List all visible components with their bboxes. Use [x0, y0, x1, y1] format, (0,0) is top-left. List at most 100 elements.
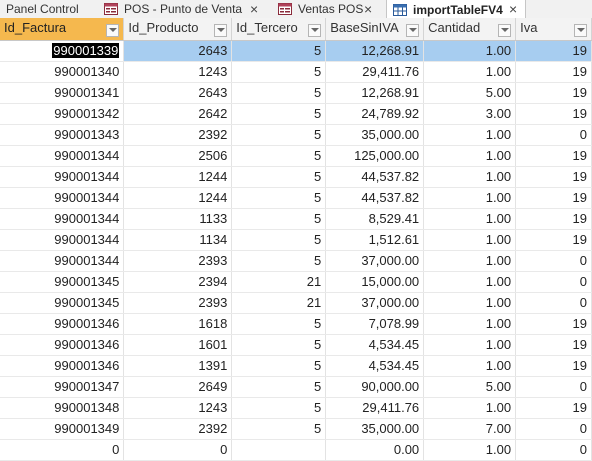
cell-id-producto[interactable]: 2643 [123, 82, 233, 104]
cell-id-producto[interactable]: 1244 [123, 166, 233, 188]
cell-id-tercero[interactable]: 5 [231, 229, 327, 251]
cell-id-tercero[interactable]: 21 [231, 271, 327, 293]
cell-id-producto[interactable]: 2642 [123, 103, 233, 125]
cell-id-producto[interactable]: 2394 [123, 271, 233, 293]
cell-cantidad[interactable]: 1.00 [423, 61, 517, 83]
cell-id-producto[interactable]: 1243 [123, 61, 233, 83]
cell-basesiniva[interactable]: 44,537.82 [325, 187, 425, 209]
cell-iva[interactable]: 19 [515, 229, 592, 251]
table-row[interactable]: 990001344 1244 5 44,537.82 1.00 19 [0, 187, 592, 209]
cell-id-factura[interactable]: 990001344 [0, 145, 125, 167]
column-header-iva[interactable]: Iva [515, 18, 592, 41]
tab-pos-punto-de-venta[interactable]: POS - Punto de Venta × [98, 0, 270, 18]
cell-cantidad[interactable]: 5.00 [423, 82, 517, 104]
cell-basesiniva[interactable]: 1,512.61 [325, 229, 425, 251]
cell-id-factura[interactable]: 990001348 [0, 397, 125, 419]
cell-cantidad[interactable]: 1.00 [423, 292, 517, 314]
cell-id-factura[interactable]: 0 [0, 439, 125, 461]
filter-dropdown-icon[interactable] [106, 24, 120, 38]
table-row[interactable]: 990001339 2643 5 12,268.91 1.00 19 [0, 40, 592, 62]
cell-basesiniva[interactable]: 29,411.76 [325, 61, 425, 83]
cell-iva[interactable]: 0 [515, 376, 592, 398]
table-row[interactable]: 990001344 1133 5 8,529.41 1.00 19 [0, 208, 592, 230]
cell-iva[interactable]: 0 [515, 439, 592, 461]
table-row[interactable]: 990001345 2394 21 15,000.00 1.00 0 [0, 271, 592, 293]
cell-cantidad[interactable]: 1.00 [423, 40, 517, 62]
cell-id-factura[interactable]: 990001345 [0, 271, 125, 293]
table-row[interactable]: 990001342 2642 5 24,789.92 3.00 19 [0, 103, 592, 125]
filter-dropdown-icon[interactable] [498, 24, 512, 38]
cell-id-producto[interactable]: 1391 [123, 355, 233, 377]
cell-id-producto[interactable]: 2392 [123, 418, 233, 440]
cell-iva[interactable]: 0 [515, 124, 592, 146]
cell-id-producto[interactable]: 0 [123, 439, 233, 461]
cell-id-tercero[interactable]: 5 [231, 397, 327, 419]
tab-ventas-pos[interactable]: Ventas POS × [272, 0, 384, 18]
table-row[interactable]: 990001344 2393 5 37,000.00 1.00 0 [0, 250, 592, 272]
cell-id-tercero[interactable]: 5 [231, 124, 327, 146]
cell-id-producto[interactable]: 2393 [123, 250, 233, 272]
table-row[interactable]: 990001347 2649 5 90,000.00 5.00 0 [0, 376, 592, 398]
cell-iva[interactable]: 19 [515, 334, 592, 356]
table-row[interactable]: 990001343 2392 5 35,000.00 1.00 0 [0, 124, 592, 146]
cell-basesiniva[interactable]: 37,000.00 [325, 250, 425, 272]
filter-dropdown-icon[interactable] [308, 24, 322, 38]
cell-id-tercero[interactable]: 5 [231, 334, 327, 356]
cell-basesiniva[interactable]: 4,534.45 [325, 355, 425, 377]
cell-id-factura[interactable]: 990001344 [0, 229, 125, 251]
cell-id-tercero[interactable]: 5 [231, 103, 327, 125]
cell-cantidad[interactable]: 1.00 [423, 397, 517, 419]
cell-id-factura[interactable]: 990001347 [0, 376, 125, 398]
cell-cantidad[interactable]: 1.00 [423, 124, 517, 146]
tab-panel-control[interactable]: Panel Control [0, 0, 96, 18]
cell-basesiniva[interactable]: 35,000.00 [325, 124, 425, 146]
cell-id-producto[interactable]: 2649 [123, 376, 233, 398]
cell-id-factura[interactable]: 990001344 [0, 250, 125, 272]
cell-iva[interactable]: 19 [515, 145, 592, 167]
cell-iva[interactable]: 19 [515, 40, 592, 62]
cell-basesiniva[interactable]: 15,000.00 [325, 271, 425, 293]
close-tab-icon[interactable]: × [509, 1, 517, 17]
cell-basesiniva[interactable]: 24,789.92 [325, 103, 425, 125]
cell-id-factura[interactable]: 990001341 [0, 82, 125, 104]
cell-id-factura[interactable]: 990001339 [0, 40, 125, 62]
cell-id-factura[interactable]: 990001344 [0, 166, 125, 188]
cell-cantidad[interactable]: 1.00 [423, 439, 517, 461]
cell-iva[interactable]: 0 [515, 250, 592, 272]
cell-cantidad[interactable]: 1.00 [423, 145, 517, 167]
cell-cantidad[interactable]: 1.00 [423, 355, 517, 377]
cell-id-tercero[interactable]: 5 [231, 145, 327, 167]
cell-cantidad[interactable]: 1.00 [423, 334, 517, 356]
filter-dropdown-icon[interactable] [406, 24, 420, 38]
cell-id-factura[interactable]: 990001346 [0, 313, 125, 335]
cell-cantidad[interactable]: 1.00 [423, 187, 517, 209]
cell-id-tercero[interactable]: 5 [231, 355, 327, 377]
cell-basesiniva[interactable]: 125,000.00 [325, 145, 425, 167]
cell-iva[interactable]: 19 [515, 61, 592, 83]
cell-iva[interactable]: 19 [515, 313, 592, 335]
cell-iva[interactable]: 19 [515, 103, 592, 125]
cell-id-tercero[interactable]: 5 [231, 313, 327, 335]
cell-id-tercero[interactable]: 5 [231, 250, 327, 272]
cell-id-producto[interactable]: 1601 [123, 334, 233, 356]
column-header-id-factura[interactable]: Id_Factura [0, 18, 125, 41]
cell-id-producto[interactable]: 2643 [123, 40, 233, 62]
table-row[interactable]: 990001341 2643 5 12,268.91 5.00 19 [0, 82, 592, 104]
cell-iva[interactable]: 19 [515, 355, 592, 377]
table-row[interactable]: 990001346 1601 5 4,534.45 1.00 19 [0, 334, 592, 356]
table-row[interactable]: 990001346 1391 5 4,534.45 1.00 19 [0, 355, 592, 377]
cell-iva[interactable]: 19 [515, 166, 592, 188]
cell-iva[interactable]: 19 [515, 208, 592, 230]
cell-cantidad[interactable]: 3.00 [423, 103, 517, 125]
cell-basesiniva[interactable]: 90,000.00 [325, 376, 425, 398]
cell-id-factura[interactable]: 990001344 [0, 208, 125, 230]
cell-iva[interactable]: 19 [515, 397, 592, 419]
cell-basesiniva[interactable]: 12,268.91 [325, 40, 425, 62]
tab-importtablefv4[interactable]: importTableFV4 × [386, 0, 526, 19]
cell-cantidad[interactable]: 5.00 [423, 376, 517, 398]
table-row[interactable]: 990001344 1134 5 1,512.61 1.00 19 [0, 229, 592, 251]
cell-iva[interactable]: 0 [515, 292, 592, 314]
cell-cantidad[interactable]: 1.00 [423, 229, 517, 251]
cell-iva[interactable]: 0 [515, 271, 592, 293]
cell-basesiniva[interactable]: 44,537.82 [325, 166, 425, 188]
